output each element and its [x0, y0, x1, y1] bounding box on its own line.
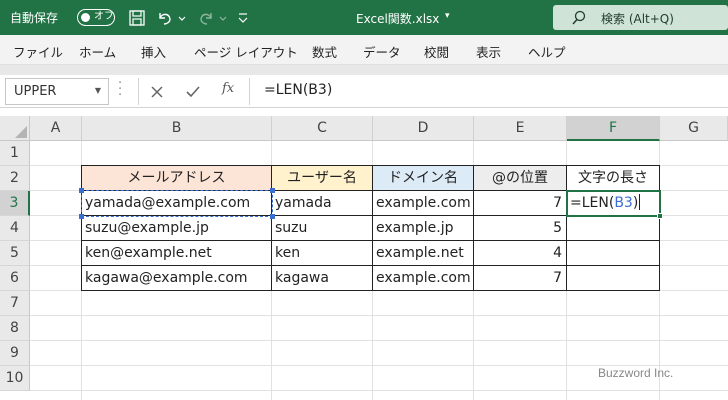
- gridline: [30, 390, 728, 391]
- table-cell[interactable]: 5: [474, 216, 567, 241]
- insert-function-icon[interactable]: fx: [222, 81, 234, 96]
- column-header-c[interactable]: C: [272, 116, 373, 141]
- cell-editor[interactable]: =LEN(B3): [568, 191, 658, 216]
- gridline: [30, 315, 728, 316]
- table-cell[interactable]: 4: [474, 241, 567, 266]
- reference-handle[interactable]: [79, 214, 84, 219]
- tab-insert[interactable]: 挿入: [141, 42, 166, 61]
- row-header-10[interactable]: 10: [0, 366, 30, 391]
- name-box-dropdown-icon[interactable]: ▼: [95, 86, 101, 95]
- undo-dropdown-icon[interactable]: [177, 8, 187, 28]
- reference-handle[interactable]: [270, 214, 275, 219]
- table-header-domain[interactable]: ドメイン名: [373, 166, 474, 191]
- column-header-e[interactable]: E: [474, 116, 567, 141]
- table-cell[interactable]: [567, 216, 660, 241]
- table-cell[interactable]: suzu@example.jp: [82, 216, 272, 241]
- table-cell[interactable]: yamada: [272, 191, 373, 216]
- name-box[interactable]: UPPER ▼: [5, 78, 109, 105]
- toggle-knob: [81, 12, 90, 22]
- name-box-value: UPPER: [14, 84, 57, 99]
- reference-highlight: [79, 188, 275, 219]
- table-header-username[interactable]: ユーザー名: [272, 166, 373, 191]
- formula-suffix: ): [632, 195, 639, 211]
- table-cell[interactable]: [567, 266, 660, 291]
- redo-icon[interactable]: [196, 8, 216, 28]
- tab-view[interactable]: 表示: [476, 42, 501, 61]
- ribbon-tabs: ファイル ホーム 挿入 ページ レイアウト 数式 データ 校閲 表示 ヘルプ: [0, 35, 728, 65]
- redo-dropdown-icon[interactable]: [218, 8, 228, 28]
- title-bar: 自動保存 オフ Excel関数.xlsx ▾ 検索 (Alt+Q): [0, 0, 728, 35]
- select-all-button[interactable]: [0, 116, 30, 141]
- table-header-email[interactable]: メールアドレス: [82, 166, 272, 191]
- table-cell[interactable]: example.jp: [373, 216, 474, 241]
- search-placeholder: 検索 (Alt+Q): [601, 12, 674, 26]
- table-cell[interactable]: suzu: [272, 216, 373, 241]
- tab-page-layout[interactable]: ページ レイアウト: [194, 42, 298, 61]
- tab-review[interactable]: 校閲: [424, 42, 449, 61]
- customize-toolbar-icon[interactable]: [237, 8, 249, 28]
- tab-help[interactable]: ヘルプ: [528, 42, 566, 61]
- reference-handle[interactable]: [79, 188, 84, 193]
- save-icon[interactable]: [127, 8, 147, 28]
- row-header-1[interactable]: 1: [0, 141, 30, 166]
- formula-reference: B3: [614, 195, 633, 211]
- divider: [138, 78, 139, 105]
- enter-icon[interactable]: [184, 83, 202, 101]
- text-cursor: [639, 194, 641, 210]
- tab-home[interactable]: ホーム: [79, 42, 116, 61]
- tab-formulas[interactable]: 数式: [312, 42, 337, 61]
- table-cell[interactable]: 7: [474, 191, 567, 216]
- table-cell[interactable]: example.com: [373, 266, 474, 291]
- row-header-2[interactable]: 2: [0, 166, 30, 191]
- row-header-3[interactable]: 3: [0, 191, 30, 216]
- select-all-triangle-icon: [15, 126, 27, 138]
- row-header-9[interactable]: 9: [0, 341, 30, 366]
- divider: [249, 78, 250, 105]
- row-header-4[interactable]: 4: [0, 216, 30, 241]
- row-header-8[interactable]: 8: [0, 316, 30, 341]
- column-header-a[interactable]: A: [30, 116, 82, 141]
- formula-bar: UPPER ▼ · · · fx =LEN(B3): [0, 75, 728, 108]
- worksheet-grid[interactable]: A B C D E F G 1 2 3 4 5 6 7 8 9 10 メールアド…: [0, 116, 728, 400]
- resize-handle-icon[interactable]: · · ·: [118, 77, 124, 102]
- search-box[interactable]: 検索 (Alt+Q): [553, 5, 728, 30]
- table-cell[interactable]: [567, 241, 660, 266]
- autosave-label: 自動保存: [10, 11, 59, 25]
- reference-handle[interactable]: [270, 188, 275, 193]
- table-cell[interactable]: ken@example.net: [82, 241, 272, 266]
- column-header-d[interactable]: D: [373, 116, 474, 141]
- file-title[interactable]: Excel関数.xlsx: [356, 10, 439, 27]
- table-cell[interactable]: example.net: [373, 241, 474, 266]
- row-header-7[interactable]: 7: [0, 291, 30, 316]
- table-header-at-position[interactable]: @の位置: [474, 166, 567, 191]
- ribbon-collapsed-area: [0, 65, 728, 75]
- column-header-b[interactable]: B: [82, 116, 272, 141]
- column-header-g[interactable]: G: [660, 116, 728, 141]
- autosave-toggle[interactable]: オフ: [77, 9, 115, 26]
- gridline: [30, 340, 728, 341]
- chevron-down-icon[interactable]: ▾: [445, 11, 450, 21]
- column-header-f[interactable]: F: [567, 116, 660, 141]
- table-cell[interactable]: kagawa: [272, 266, 373, 291]
- table-header-length[interactable]: 文字の長さ: [567, 166, 660, 191]
- table-cell[interactable]: example.com: [373, 191, 474, 216]
- search-icon: [571, 10, 587, 26]
- formula-input[interactable]: =LEN(B3): [264, 82, 332, 98]
- watermark: Buzzword Inc.: [598, 366, 674, 380]
- tab-file[interactable]: ファイル: [13, 42, 63, 61]
- cancel-icon[interactable]: [148, 83, 166, 101]
- table-cell[interactable]: 7: [474, 266, 567, 291]
- row-header-6[interactable]: 6: [0, 266, 30, 291]
- autosave-toggle-label: オフ: [94, 11, 114, 22]
- table-cell[interactable]: kagawa@example.com: [82, 266, 272, 291]
- row-header-5[interactable]: 5: [0, 241, 30, 266]
- formula-prefix: =LEN(: [570, 195, 615, 211]
- tab-data[interactable]: データ: [363, 42, 401, 61]
- table-cell[interactable]: ken: [272, 241, 373, 266]
- undo-icon[interactable]: [155, 8, 175, 28]
